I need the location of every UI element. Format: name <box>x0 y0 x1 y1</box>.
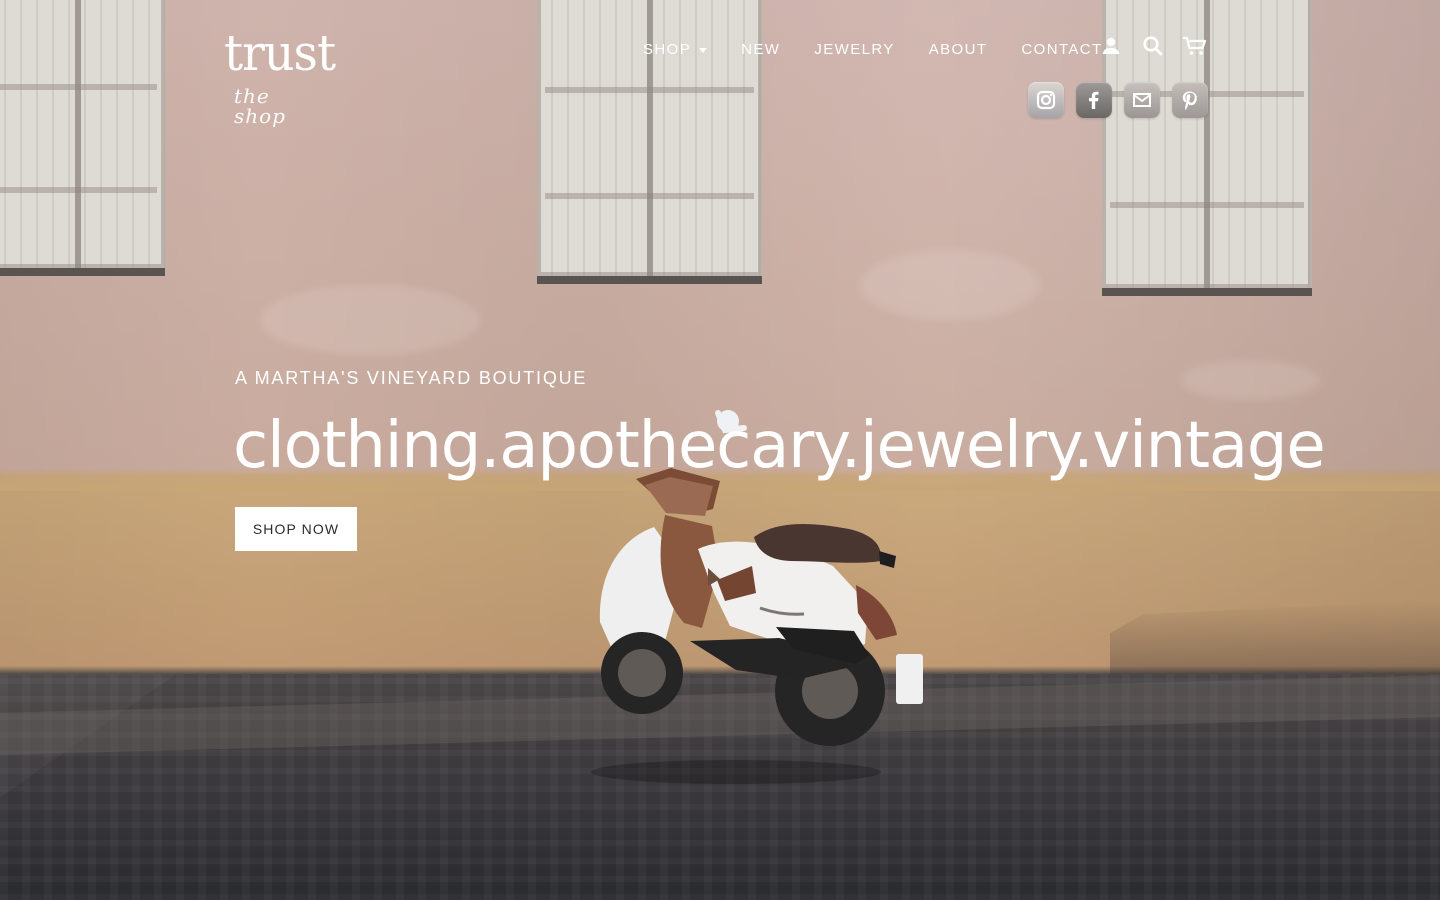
email-icon-graphic <box>1133 93 1151 107</box>
logo-main: trust <box>224 24 336 82</box>
search-icon[interactable] <box>1138 31 1168 61</box>
nav-contact-label: CONTACT <box>1021 41 1103 58</box>
nav-about-label: ABOUT <box>928 41 988 58</box>
main-navigation: SHOP NEW JEWELRY ABOUT CONTACT <box>643 41 1103 59</box>
wall-stain <box>860 250 1040 320</box>
header-tools <box>1096 31 1208 63</box>
pinterest-icon-graphic <box>1182 91 1197 111</box>
account-icon[interactable] <box>1096 31 1126 61</box>
instagram-icon-graphic <box>1036 90 1056 110</box>
wall-stain <box>260 285 480 355</box>
nav-contact[interactable]: CONTACT <box>1021 41 1102 59</box>
logo[interactable]: trust the shop <box>224 24 336 126</box>
email-icon[interactable] <box>1124 82 1160 118</box>
wall-stain <box>1180 360 1320 400</box>
facebook-icon[interactable] <box>1076 82 1112 118</box>
shutter-split <box>74 0 81 268</box>
window-shutter-left <box>0 0 165 276</box>
search-icon-graphic <box>1143 36 1163 56</box>
hero-section: trust the shop SHOP NEW JEWELRY ABOUT CO… <box>0 0 1440 900</box>
nav-jewelry[interactable]: JEWELRY <box>814 41 894 59</box>
nav-shop[interactable]: SHOP <box>643 41 708 59</box>
nav-jewelry-label: JEWELRY <box>814 41 895 58</box>
account-icon-graphic <box>1102 37 1120 54</box>
nav-shop-label: SHOP <box>643 41 692 58</box>
hero-eyebrow: A MARTHA'S VINEYARD BOUTIQUE <box>235 368 588 388</box>
instagram-icon[interactable] <box>1028 82 1064 118</box>
hero-headline: clothing.apothecary.jewelry.vintage <box>233 409 1326 483</box>
nav-new[interactable]: NEW <box>741 41 780 59</box>
nav-new-label: NEW <box>741 41 781 58</box>
cart-icon[interactable] <box>1180 31 1210 61</box>
shop-now-button[interactable]: SHOP NOW <box>235 507 357 551</box>
pinterest-icon[interactable] <box>1172 82 1208 118</box>
logo-subtext: the shop <box>234 84 286 128</box>
social-links <box>1028 82 1210 122</box>
facebook-icon-graphic <box>1089 91 1099 109</box>
chevron-down-icon <box>699 48 708 53</box>
nav-about[interactable]: ABOUT <box>929 41 988 59</box>
cart-icon-graphic <box>1182 36 1207 55</box>
